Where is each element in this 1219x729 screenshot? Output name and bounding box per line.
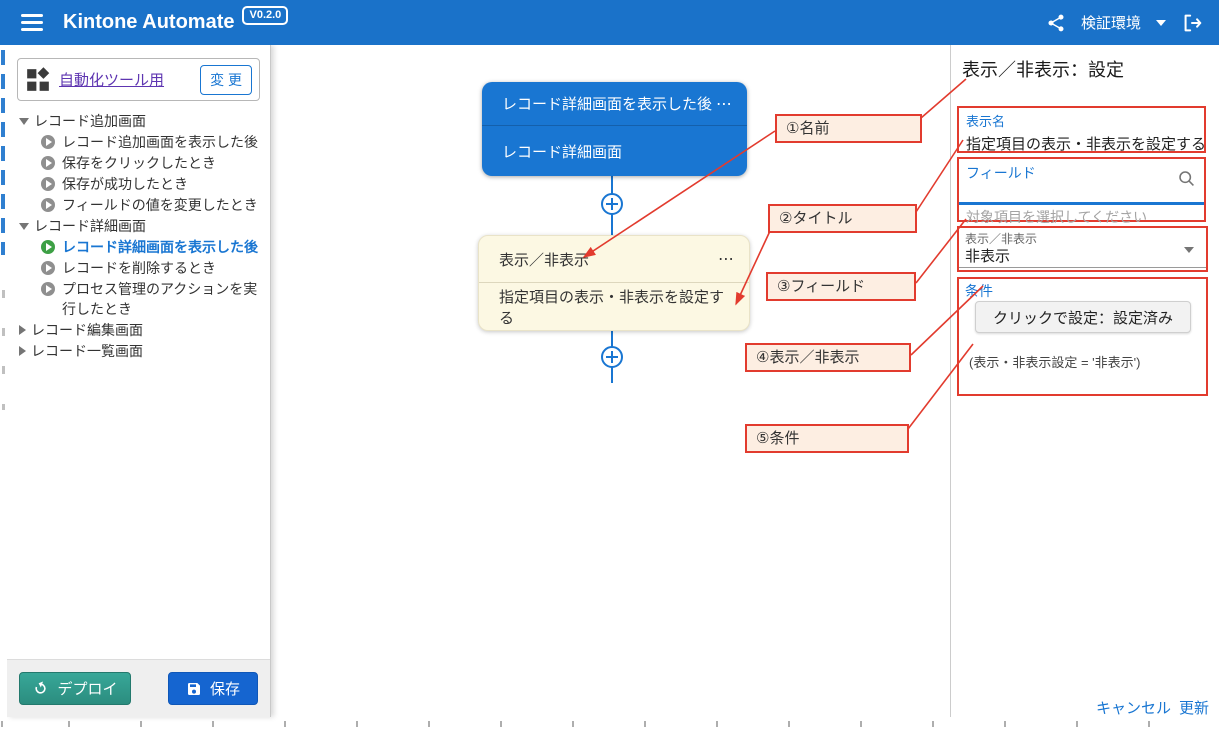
environment-label[interactable]: 検証環境 <box>1081 12 1141 33</box>
logout-icon[interactable] <box>1181 12 1203 34</box>
chevron-right-icon <box>19 346 26 356</box>
tree-group-record-detail[interactable]: レコード詳細画面 <box>7 216 270 237</box>
flow-node-body: 指定項目の表示・非表示を設定する <box>479 283 749 330</box>
scroll-markers-gray <box>2 290 5 410</box>
annotation-label-visibility: ④表示／非表示 <box>745 343 911 372</box>
annotation-label-field: ③フィールド <box>766 272 916 301</box>
field-select-placeholder: 対象項目を選択してください <box>966 207 1147 227</box>
display-name-label: 表示名 <box>966 111 1204 130</box>
sync-icon <box>32 680 49 697</box>
select-underline <box>959 267 1206 268</box>
chevron-right-icon <box>19 325 26 335</box>
tree-item-after-add-screen-shown[interactable]: レコード追加画面を表示した後 <box>7 132 270 153</box>
app-title: Kintone Automate <box>63 11 234 34</box>
event-tree: レコード追加画面 レコード追加画面を表示した後 保存をクリックしたとき 保存が成… <box>7 107 270 659</box>
annotation-label-name: ①名前 <box>775 114 922 143</box>
chevron-down-icon[interactable] <box>1184 247 1194 253</box>
node-menu-icon[interactable]: ⋯ <box>718 249 735 269</box>
condition-summary: (表示・非表示設定 = '非表示') <box>969 352 1140 371</box>
visibility-value: 非表示 <box>965 245 1010 266</box>
play-icon <box>41 261 55 275</box>
field-select-label: フィールド <box>966 163 1036 183</box>
add-step-button[interactable] <box>601 193 623 215</box>
condition-configure-button[interactable]: クリックで設定：設定済み <box>975 301 1191 333</box>
change-app-button[interactable]: 変 更 <box>200 65 252 95</box>
menu-icon[interactable] <box>21 10 43 35</box>
tree-item-on-field-change[interactable]: フィールドの値を変更したとき <box>7 195 270 216</box>
tree-group-record-list[interactable]: レコード一覧画面 <box>7 341 270 362</box>
tree-item-after-detail-screen-shown[interactable]: レコード詳細画面を表示した後 <box>7 237 270 258</box>
update-button[interactable]: 更新 <box>1179 697 1209 718</box>
chevron-down-icon <box>19 223 29 230</box>
deploy-button[interactable]: デプロイ <box>19 672 131 705</box>
share-icon[interactable] <box>1046 13 1066 33</box>
floppy-disk-icon <box>186 681 202 697</box>
focus-underline <box>959 202 1204 205</box>
scroll-markers-blue <box>1 50 5 255</box>
flow-node-body: レコード詳細画面 <box>482 126 747 176</box>
app-window: Kintone Automate V0.2.0 検証環境 自動化ツール用 変 更 <box>0 0 1219 729</box>
app-card: 自動化ツール用 変 更 <box>17 58 260 101</box>
chevron-down-icon[interactable] <box>1156 20 1166 26</box>
app-grid-icon <box>25 67 51 93</box>
topbar-right: 検証環境 <box>1046 12 1203 34</box>
play-icon <box>41 240 55 254</box>
left-scroll-strip[interactable] <box>0 45 7 729</box>
search-icon[interactable] <box>1177 169 1196 193</box>
annotation-label-title: ②タイトル <box>768 204 917 233</box>
play-icon <box>41 135 55 149</box>
visibility-select[interactable]: 表示／非表示 非表示 <box>957 226 1208 272</box>
tree-group-record-add[interactable]: レコード追加画面 <box>7 111 270 132</box>
node-menu-icon[interactable]: ⋯ <box>716 94 733 114</box>
cancel-button[interactable]: キャンセル <box>1096 697 1171 718</box>
condition-label: 条件 <box>965 281 993 301</box>
tree-item-on-save-click[interactable]: 保存をクリックしたとき <box>7 153 270 174</box>
panel-title: 表示／非表示：設定 <box>962 56 1124 82</box>
play-icon <box>41 177 55 191</box>
display-name-field[interactable]: 表示名 指定項目の表示・非表示を設定する <box>957 106 1206 153</box>
flow-node-trigger[interactable]: レコード詳細画面を表示した後 ⋯ レコード詳細画面 <box>482 82 747 176</box>
play-icon <box>41 198 55 212</box>
flow-node-action[interactable]: 表示／非表示 ⋯ 指定項目の表示・非表示を設定する <box>478 235 750 331</box>
tree-item-on-save-success[interactable]: 保存が成功したとき <box>7 174 270 195</box>
flow-node-header: 表示／非表示 ⋯ <box>479 236 749 283</box>
play-icon <box>41 282 55 296</box>
annotation-label-condition: ⑤条件 <box>745 424 909 453</box>
condition-field: 条件 クリックで設定：設定済み (表示・非表示設定 = '非表示') <box>957 277 1208 396</box>
tree-item-on-process-action[interactable]: プロセス管理のアクションを実行したとき <box>7 279 270 320</box>
flow-node-header: レコード詳細画面を表示した後 ⋯ <box>482 82 747 126</box>
version-badge: V0.2.0 <box>242 6 288 25</box>
display-name-value: 指定項目の表示・非表示を設定する <box>966 133 1204 154</box>
tree-group-record-edit[interactable]: レコード編集画面 <box>7 320 270 341</box>
sidebar-footer: デプロイ 保存 <box>7 659 270 717</box>
chevron-down-icon <box>19 118 29 125</box>
add-step-button[interactable] <box>601 346 623 368</box>
save-button[interactable]: 保存 <box>168 672 258 705</box>
field-select-input[interactable]: フィールド 対象項目を選択してください <box>957 157 1206 222</box>
app-name-link[interactable]: 自動化ツール用 <box>59 69 200 90</box>
sidebar: 自動化ツール用 変 更 レコード追加画面 レコード追加画面を表示した後 保存をク… <box>7 45 271 717</box>
top-bar: Kintone Automate V0.2.0 検証環境 <box>0 0 1219 45</box>
tree-item-on-record-delete[interactable]: レコードを削除するとき <box>7 258 270 279</box>
play-icon <box>41 156 55 170</box>
bottom-ruler-ticks <box>0 721 1219 727</box>
